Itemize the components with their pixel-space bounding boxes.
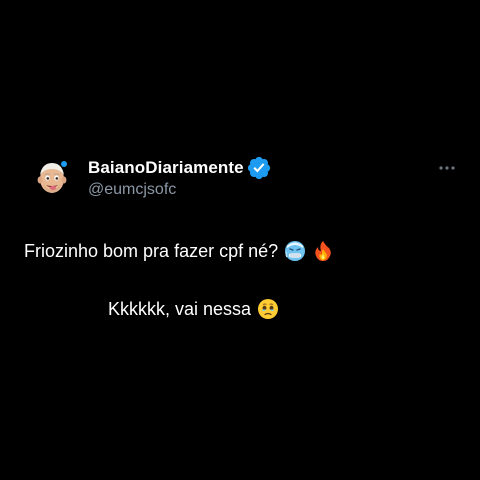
- tweet-header: BaianoDiariamente @eumcjsofc: [88, 156, 272, 199]
- author-handle[interactable]: @eumcjsofc: [88, 181, 272, 199]
- tweet-text: Friozinho bom pra fazer cpf né?: [24, 240, 279, 261]
- verified-badge-icon: [246, 155, 272, 181]
- more-options-button[interactable]: [437, 161, 457, 173]
- more-options-icon: [437, 161, 457, 178]
- name-row: BaianoDiariamente: [88, 156, 272, 180]
- cold-face-icon: [284, 240, 306, 262]
- tweet-text-line-1: Friozinho bom pra fazer cpf né?: [24, 240, 334, 262]
- tweet-card: BaianoDiariamente @eumcjsofc Friozinho b…: [0, 0, 480, 480]
- display-name[interactable]: BaianoDiariamente: [88, 158, 244, 178]
- fire-icon: [312, 240, 334, 262]
- author-avatar[interactable]: [33, 158, 71, 196]
- face-holding-back-tears-icon: [257, 298, 279, 320]
- memoji-avatar-icon: [33, 158, 71, 198]
- tweet-text-line-2: Kkkkkk, vai nessa: [108, 298, 279, 320]
- tweet-text: Kkkkkk, vai nessa: [108, 298, 252, 319]
